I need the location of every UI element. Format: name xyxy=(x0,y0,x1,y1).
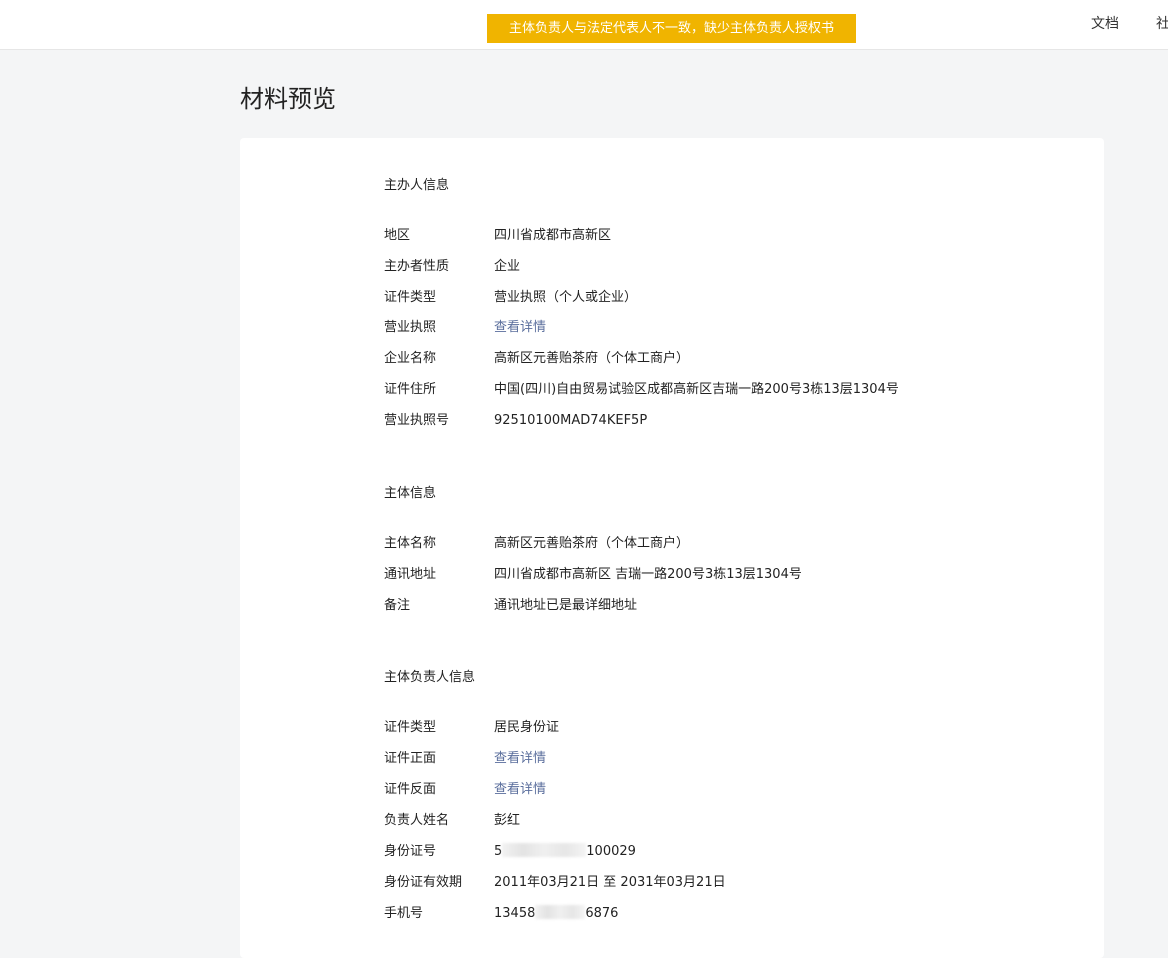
row-value: 高新区元善贻茶府（个体工商户） xyxy=(494,536,690,551)
row-label: 证件类型 xyxy=(384,290,437,305)
section-title-subject: 主体信息 xyxy=(384,486,437,501)
row-value: 92510100MAD74KEF5P xyxy=(494,413,648,428)
nav-community-link[interactable]: 社 xyxy=(1156,14,1168,34)
row-value: 营业执照（个人或企业） xyxy=(494,290,638,305)
redaction-blur xyxy=(502,843,587,857)
phone-suffix: 6876 xyxy=(585,906,619,921)
preview-card: 主办人信息 地区 四川省成都市高新区 主办者性质 企业 证件类型 营业执照（个人… xyxy=(240,138,1104,958)
row-label: 营业执照号 xyxy=(384,413,450,428)
row-label: 地区 xyxy=(384,228,411,243)
row-label: 身份证号 xyxy=(384,844,437,859)
row-value: 高新区元善贻茶府（个体工商户） xyxy=(494,351,690,366)
row-label: 手机号 xyxy=(384,906,424,921)
section-title-principal: 主体负责人信息 xyxy=(384,670,476,685)
page-title: 材料预览 xyxy=(240,85,336,113)
redaction-blur xyxy=(535,905,586,919)
row-label: 证件类型 xyxy=(384,720,437,735)
row-value: 中国(四川)自由贸易试验区成都高新区吉瑞一路200号3栋13层1304号 xyxy=(494,382,899,397)
row-value: 2011年03月21日 至 2031年03月21日 xyxy=(494,875,726,890)
row-label: 证件反面 xyxy=(384,782,437,797)
row-label: 营业执照 xyxy=(384,320,437,335)
view-license-details-link[interactable]: 查看详情 xyxy=(494,318,546,338)
row-label: 证件住所 xyxy=(384,382,437,397)
section-title-organizer: 主办人信息 xyxy=(384,178,450,193)
view-id-front-details-link[interactable]: 查看详情 xyxy=(494,749,546,769)
id-number-prefix: 5 xyxy=(494,844,503,859)
row-value: 四川省成都市高新区 xyxy=(494,228,612,243)
row-label: 证件正面 xyxy=(384,751,437,766)
row-label: 企业名称 xyxy=(384,351,437,366)
id-number-suffix: 100029 xyxy=(586,844,636,859)
view-id-back-details-link[interactable]: 查看详情 xyxy=(494,780,546,800)
row-label: 通讯地址 xyxy=(384,567,437,582)
row-label: 主体名称 xyxy=(384,536,437,551)
phone-prefix: 13458 xyxy=(494,906,536,921)
masked-id-number: 5 100029 xyxy=(494,842,636,862)
row-value: 四川省成都市高新区 吉瑞一路200号3栋13层1304号 xyxy=(494,567,802,582)
row-label: 主办者性质 xyxy=(384,259,450,274)
row-value: 居民身份证 xyxy=(494,720,560,735)
row-value: 彭红 xyxy=(494,813,521,828)
warning-banner: 主体负责人与法定代表人不一致，缺少主体负责人授权书 xyxy=(487,14,856,43)
row-value: 企业 xyxy=(494,259,521,274)
row-label: 身份证有效期 xyxy=(384,875,463,890)
row-value: 通讯地址已是最详细地址 xyxy=(494,598,638,613)
top-bar: 主体负责人与法定代表人不一致，缺少主体负责人授权书 文档 社 xyxy=(0,0,1168,50)
masked-phone-number: 13458 6876 xyxy=(494,904,618,924)
row-label: 备注 xyxy=(384,598,411,613)
row-label: 负责人姓名 xyxy=(384,813,450,828)
nav-docs-link[interactable]: 文档 xyxy=(1091,14,1119,34)
